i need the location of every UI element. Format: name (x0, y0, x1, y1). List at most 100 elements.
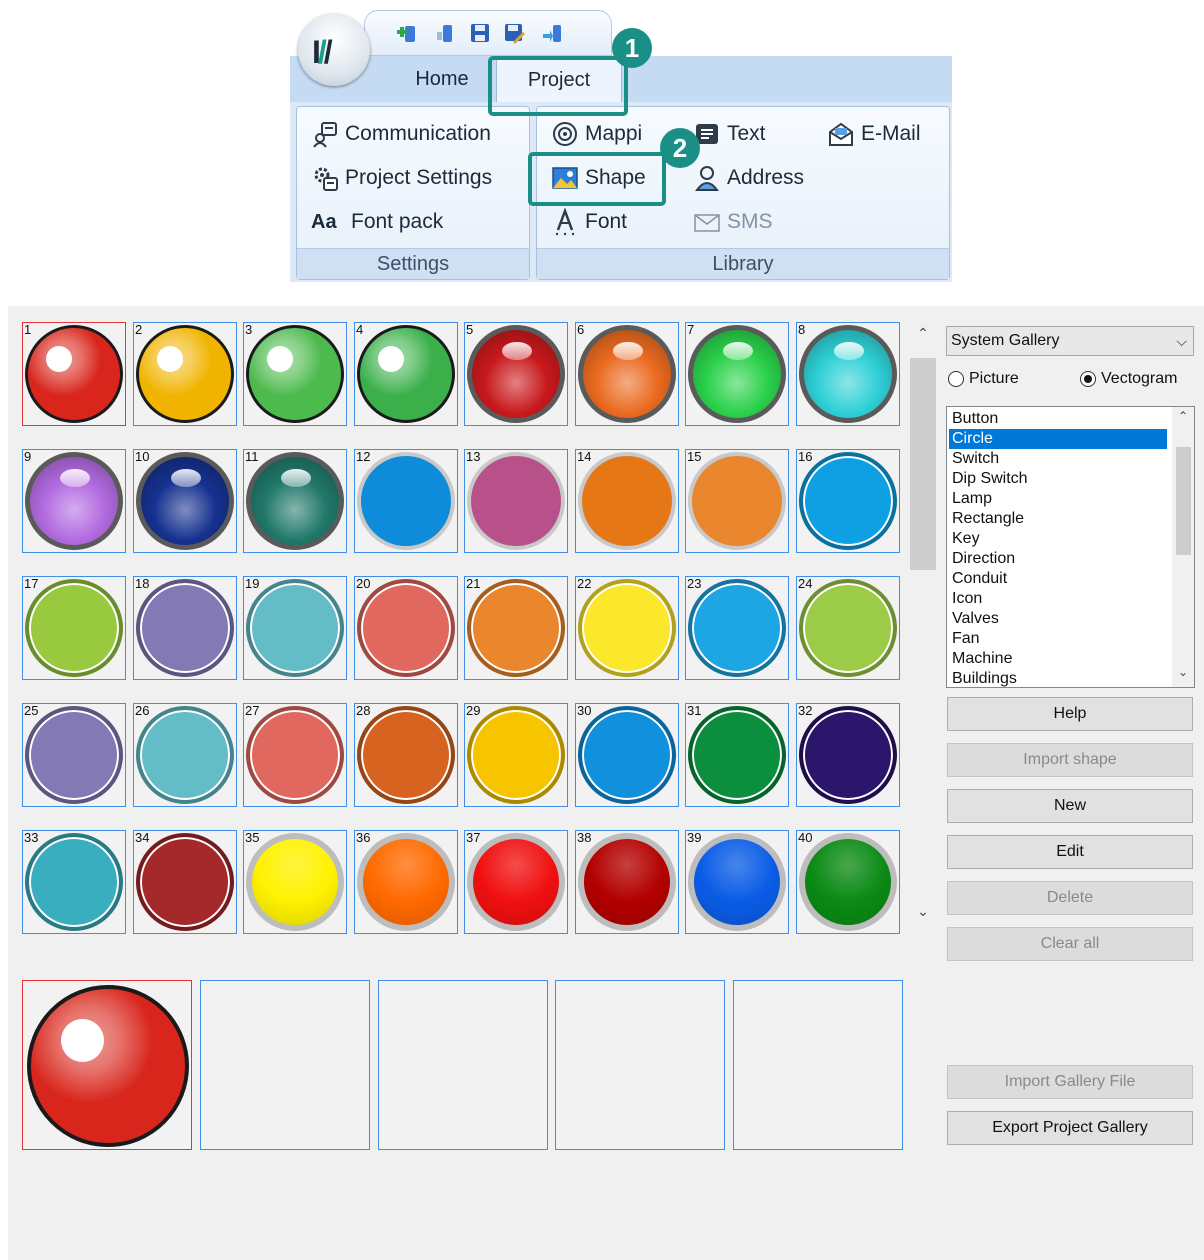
category-item[interactable]: Button (949, 409, 1167, 429)
project-settings-button[interactable]: Project Settings (311, 161, 492, 195)
shape-cell[interactable]: 31 (685, 703, 789, 807)
shape-cell[interactable]: 15 (685, 449, 789, 553)
category-item[interactable]: Switch (949, 449, 1167, 469)
add-device-icon[interactable] (395, 22, 417, 44)
shape-cell[interactable]: 36 (354, 830, 458, 934)
shape-cell[interactable]: 33 (22, 830, 126, 934)
shape-cell[interactable]: 6 (575, 322, 679, 426)
shape-cell[interactable]: 39 (685, 830, 789, 934)
download-device-icon[interactable] (541, 22, 563, 44)
category-item[interactable]: Key (949, 529, 1167, 549)
category-item[interactable]: Rectangle (949, 509, 1167, 529)
shape-cell[interactable]: 40 (796, 830, 900, 934)
save-as-icon[interactable] (503, 22, 525, 44)
save-icon[interactable] (469, 22, 491, 44)
shape-cell[interactable]: 34 (133, 830, 237, 934)
shape-cell[interactable]: 13 (464, 449, 568, 553)
scroll-thumb[interactable] (910, 358, 936, 570)
shape-cell[interactable]: 37 (464, 830, 568, 934)
tab-home[interactable]: Home (400, 56, 484, 102)
address-button[interactable]: Address (693, 161, 804, 195)
communication-button[interactable]: Communication (311, 117, 491, 151)
category-item[interactable]: Fan (949, 629, 1167, 649)
category-item[interactable]: Conduit (949, 569, 1167, 589)
list-scroll-up-icon[interactable]: ⌃ (1172, 409, 1194, 423)
shape-cell[interactable]: 21 (464, 576, 568, 680)
app-menu-button[interactable]: I// (298, 14, 370, 86)
highlight-glint (157, 346, 183, 372)
category-item[interactable]: Valves (949, 609, 1167, 629)
category-item[interactable]: Icon (949, 589, 1167, 609)
gallery-source-select[interactable]: System Gallery ⌵ (946, 326, 1194, 356)
scroll-down-icon[interactable]: ⌄ (908, 900, 938, 922)
shape-cell[interactable]: 12 (354, 449, 458, 553)
shape-cell[interactable]: 20 (354, 576, 458, 680)
clear-all-button[interactable]: Clear all (947, 927, 1193, 961)
preview-slot-selected[interactable] (22, 980, 192, 1150)
category-item[interactable]: Circle (949, 429, 1167, 449)
import-gallery-file-button[interactable]: Import Gallery File (947, 1065, 1193, 1099)
shape-cell[interactable]: 17 (22, 576, 126, 680)
project-tab-highlight (488, 56, 628, 116)
category-item[interactable]: Lamp (949, 489, 1167, 509)
shape-cell[interactable]: 4 (354, 322, 458, 426)
shape-cell[interactable]: 14 (575, 449, 679, 553)
list-scroll-thumb[interactable] (1176, 447, 1191, 555)
shape-cell[interactable]: 28 (354, 703, 458, 807)
import-shape-button[interactable]: Import shape (947, 743, 1193, 777)
device-icon[interactable] (433, 22, 455, 44)
shape-cell[interactable]: 30 (575, 703, 679, 807)
category-item[interactable]: Buildings (949, 669, 1167, 687)
sms-label: SMS (727, 210, 773, 233)
category-item[interactable]: Direction (949, 549, 1167, 569)
shape-cell[interactable]: 16 (796, 449, 900, 553)
shape-cell[interactable]: 23 (685, 576, 789, 680)
shape-number: 26 (135, 703, 150, 718)
sms-button[interactable]: SMS (693, 205, 773, 239)
shape-cell[interactable]: 27 (243, 703, 347, 807)
scroll-up-icon[interactable]: ⌃ (908, 322, 938, 344)
new-button[interactable]: New (947, 789, 1193, 823)
radio-vectogram[interactable]: Vectogram (1080, 370, 1177, 388)
shape-cell[interactable]: 9 (22, 449, 126, 553)
text-button[interactable]: Text (693, 117, 766, 151)
delete-button[interactable]: Delete (947, 881, 1193, 915)
help-button[interactable]: Help (947, 697, 1193, 731)
shape-cell[interactable]: 3 (243, 322, 347, 426)
shape-cell[interactable]: 19 (243, 576, 347, 680)
preview-slot[interactable] (200, 980, 370, 1150)
email-button[interactable]: E-Mail (827, 117, 921, 151)
shape-cell[interactable]: 24 (796, 576, 900, 680)
shape-cell[interactable]: 26 (133, 703, 237, 807)
grid-scrollbar[interactable]: ⌃ ⌄ (908, 322, 938, 922)
shape-cell[interactable]: 7 (685, 322, 789, 426)
shape-cell[interactable]: 8 (796, 322, 900, 426)
shape-cell[interactable]: 25 (22, 703, 126, 807)
shape-cell[interactable]: 38 (575, 830, 679, 934)
category-list-scrollbar[interactable]: ⌃ ⌄ (1172, 407, 1194, 687)
shape-cell[interactable]: 1 (22, 322, 126, 426)
radio-picture[interactable]: Picture (948, 370, 1019, 388)
preview-slot[interactable] (378, 980, 548, 1150)
shape-cell[interactable]: 2 (133, 322, 237, 426)
preview-slot[interactable] (555, 980, 725, 1150)
shape-cell[interactable]: 35 (243, 830, 347, 934)
category-list[interactable]: Button Circle Switch Dip Switch Lamp Rectangl… (946, 406, 1195, 688)
mapping-button[interactable]: Mappi (551, 117, 642, 151)
shape-cell[interactable]: 18 (133, 576, 237, 680)
category-item[interactable]: Dip Switch (949, 469, 1167, 489)
shape-cell[interactable]: 22 (575, 576, 679, 680)
shape-cell[interactable]: 32 (796, 703, 900, 807)
shape-cell[interactable]: 5 (464, 322, 568, 426)
highlight-glint (60, 1018, 104, 1062)
font-pack-button[interactable]: Aa Font pack (311, 205, 443, 239)
preview-slot[interactable] (733, 980, 903, 1150)
shape-cell[interactable]: 29 (464, 703, 568, 807)
export-project-gallery-button[interactable]: Export Project Gallery (947, 1111, 1193, 1145)
shape-cell[interactable]: 11 (243, 449, 347, 553)
list-scroll-down-icon[interactable]: ⌄ (1172, 665, 1194, 679)
shape-cell[interactable]: 10 (133, 449, 237, 553)
category-item[interactable]: Machine (949, 649, 1167, 669)
edit-button[interactable]: Edit (947, 835, 1193, 869)
font-button[interactable]: Font (551, 205, 627, 239)
